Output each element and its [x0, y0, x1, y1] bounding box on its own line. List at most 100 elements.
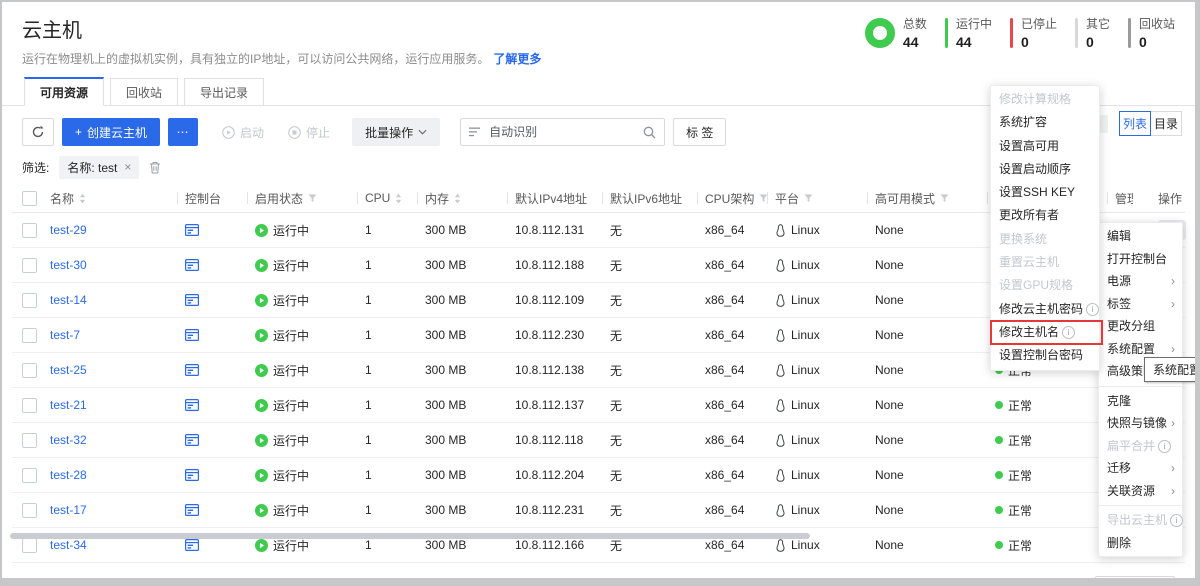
column-header-ha[interactable]: 高可用模式	[867, 184, 987, 212]
search-input[interactable]	[487, 124, 637, 140]
vm-name-link[interactable]: test-14	[50, 293, 87, 307]
column-header-console[interactable]: 控制台	[177, 184, 247, 212]
system-config-submenu-item-7[interactable]: 重置云主机	[991, 251, 1099, 274]
stat-label: 其它	[1086, 15, 1110, 32]
row-actions-menu-item-0[interactable]: 编辑	[1099, 225, 1182, 248]
row-actions-menu-item-11[interactable]: 关联资源›	[1099, 480, 1182, 503]
row-checkbox[interactable]	[22, 328, 37, 343]
row-checkbox[interactable]	[22, 223, 37, 238]
view-catalog-button[interactable]: 目录	[1150, 111, 1182, 136]
close-icon[interactable]: ×	[124, 160, 131, 174]
cell-cpu: 1	[357, 283, 417, 317]
row-actions-menu-item-1[interactable]: 打开控制台	[1099, 248, 1182, 271]
vm-name-link[interactable]: test-21	[50, 398, 87, 412]
column-header-state[interactable]: 启用状态	[247, 184, 357, 212]
console-icon[interactable]	[185, 364, 199, 376]
refresh-button[interactable]	[22, 118, 54, 146]
tab-recycle-bin[interactable]: 回收站	[110, 78, 178, 106]
vm-name-link[interactable]: test-28	[50, 468, 87, 482]
system-config-submenu-item-9[interactable]: 修改云主机密码i	[991, 298, 1099, 321]
vm-name-link[interactable]: test-17	[50, 503, 87, 517]
row-checkbox[interactable]	[22, 398, 37, 413]
row-actions-menu-item-3[interactable]: 标签›	[1099, 293, 1182, 316]
system-config-submenu-item-5[interactable]: 更改所有者	[991, 204, 1099, 227]
console-icon[interactable]	[185, 399, 199, 411]
row-actions-menu-item-4[interactable]: 更改分组	[1099, 315, 1182, 338]
linux-penguin-icon	[775, 364, 786, 377]
column-header-mem[interactable]: 内存	[417, 184, 507, 212]
console-icon[interactable]	[185, 539, 199, 551]
view-list-button[interactable]: 列表	[1119, 111, 1151, 136]
create-vm-button[interactable]: +创建云主机	[62, 118, 160, 146]
row-actions-menu-item-8[interactable]: 快照与镜像›	[1099, 412, 1182, 435]
row-checkbox[interactable]	[22, 538, 37, 553]
column-header-ipv6[interactable]: 默认IPv6地址	[602, 184, 697, 212]
console-icon[interactable]	[185, 329, 199, 341]
tab-available-resources[interactable]: 可用资源	[24, 77, 104, 106]
page-size-select[interactable]: 10 项/页	[1095, 576, 1175, 578]
filter-chip[interactable]: 名称: test×	[59, 156, 139, 179]
row-actions-menu-item-7[interactable]: 克隆	[1099, 390, 1182, 413]
cell-state: 运行中	[247, 493, 357, 527]
column-header-mgmt[interactable]: 管理	[1107, 184, 1150, 212]
system-config-submenu-item-0[interactable]: 修改计算规格	[991, 88, 1099, 111]
search-icon[interactable]	[643, 126, 656, 139]
row-actions-menu-item-13[interactable]: 删除	[1099, 532, 1182, 555]
vm-name-link[interactable]: test-7	[50, 328, 80, 342]
console-icon[interactable]	[185, 294, 199, 306]
clear-filters-button[interactable]	[149, 161, 161, 174]
row-actions-menu-item-9[interactable]: 扁平合并i	[1099, 435, 1182, 458]
column-header-arch[interactable]: CPU架构	[697, 184, 767, 212]
row-checkbox[interactable]	[22, 468, 37, 483]
column-header-cpu[interactable]: CPU	[357, 184, 417, 212]
column-header-name[interactable]: 名称	[50, 184, 177, 212]
system-config-submenu-item-8[interactable]: 设置GPU规格	[991, 274, 1099, 297]
system-config-submenu-item-10[interactable]: 修改主机名i	[991, 321, 1099, 344]
row-checkbox[interactable]	[22, 433, 37, 448]
cell-select	[12, 458, 50, 492]
learn-more-link[interactable]: 了解更多	[493, 52, 541, 66]
row-checkbox[interactable]	[22, 503, 37, 518]
state-text: 运行中	[273, 222, 309, 239]
row-actions-menu-item-10[interactable]: 迁移›	[1099, 457, 1182, 480]
row-checkbox[interactable]	[22, 293, 37, 308]
console-icon[interactable]	[185, 469, 199, 481]
vm-name-link[interactable]: test-34	[50, 538, 87, 552]
column-header-sel[interactable]	[12, 184, 50, 212]
batch-actions-button[interactable]: 批量操作	[352, 118, 440, 146]
console-icon[interactable]	[185, 504, 199, 516]
vm-name-link[interactable]: test-32	[50, 433, 87, 447]
system-config-submenu-item-1[interactable]: 系统扩容	[991, 111, 1099, 134]
cell-ha-mode: None	[867, 248, 987, 282]
tab-export-records[interactable]: 导出记录	[184, 78, 264, 106]
row-checkbox[interactable]	[22, 363, 37, 378]
column-header-platform[interactable]: 平台	[767, 184, 867, 212]
start-label: 启动	[240, 124, 264, 141]
system-config-submenu-item-4[interactable]: 设置SSH KEY	[991, 181, 1099, 204]
start-button[interactable]: 启动	[214, 124, 272, 141]
console-icon[interactable]	[185, 224, 199, 236]
menu-item-label: 克隆	[1107, 394, 1131, 408]
system-config-submenu-item-6[interactable]: 更换系统	[991, 228, 1099, 251]
row-actions-menu-item-12[interactable]: 导出云主机i	[1099, 509, 1182, 532]
select-all-checkbox[interactable]	[22, 191, 37, 206]
horizontal-scrollbar[interactable]	[10, 533, 810, 539]
console-icon[interactable]	[185, 259, 199, 271]
stop-button[interactable]: 停止	[280, 124, 338, 141]
more-create-actions-button[interactable]: ⋯	[168, 118, 198, 146]
search-box[interactable]	[460, 118, 665, 146]
column-header-ops[interactable]: 操作	[1150, 184, 1192, 212]
column-header-ipv4[interactable]: 默认IPv4地址	[507, 184, 602, 212]
vm-name-link[interactable]: test-29	[50, 223, 87, 237]
system-config-submenu-item-3[interactable]: 设置启动顺序	[991, 158, 1099, 181]
row-actions-menu-item-2[interactable]: 电源›	[1099, 270, 1182, 293]
cell-name: test-29	[50, 213, 177, 247]
system-config-submenu-item-2[interactable]: 设置高可用	[991, 135, 1099, 158]
tag-button[interactable]: 标 签	[673, 118, 726, 146]
system-config-submenu-item-11[interactable]: 设置控制台密码	[991, 344, 1099, 367]
console-icon[interactable]	[185, 434, 199, 446]
row-checkbox[interactable]	[22, 258, 37, 273]
vm-name-link[interactable]: test-25	[50, 363, 87, 377]
vm-name-link[interactable]: test-30	[50, 258, 87, 272]
trash-icon	[149, 161, 161, 174]
